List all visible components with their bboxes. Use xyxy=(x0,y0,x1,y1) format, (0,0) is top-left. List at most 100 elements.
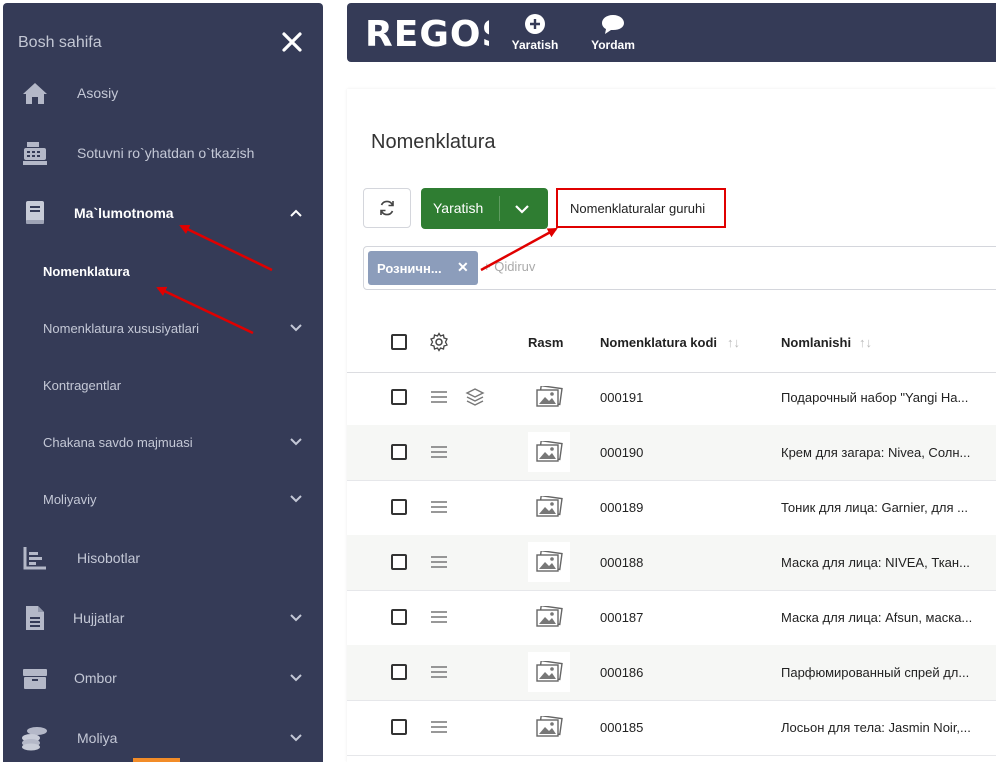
row-name: Маска для лица: Afsun, маска... xyxy=(781,610,973,625)
filter-bar: Розничн... ✕ + Qidiruv xyxy=(363,246,996,290)
sidebar-item-label: Kontragentlar xyxy=(43,377,122,393)
row-checkbox[interactable] xyxy=(391,554,407,570)
create-button[interactable]: Yaratish xyxy=(421,188,548,229)
row-code: 000189 xyxy=(600,500,644,515)
sidebar-item-nomenklatura[interactable]: Nomenklatura xyxy=(3,251,323,291)
logo-text: REGOS xyxy=(365,15,489,51)
row-name: Парфюмированный спрей дл... xyxy=(781,665,970,680)
drag-handle-icon[interactable] xyxy=(430,445,448,459)
row-name: Крем для загара: Nivea, Солн... xyxy=(781,445,971,460)
sidebar-item-label: Moliya xyxy=(77,730,118,746)
sidebar-item-label: Moliyaviy xyxy=(43,491,97,507)
table-header: Rasm Nomenklatura kodi ↑↓ Nomlanishi ↑↓ xyxy=(347,312,996,373)
image-placeholder-icon[interactable] xyxy=(528,542,570,582)
table-row[interactable]: 000187 Маска для лица: Afsun, маска... xyxy=(347,590,996,646)
sidebar-item-label: Ombor xyxy=(74,670,117,686)
row-checkbox[interactable] xyxy=(391,389,407,405)
column-header-name[interactable]: Nomlanishi xyxy=(781,335,851,350)
row-code: 000187 xyxy=(600,610,644,625)
chevron-down-icon xyxy=(288,730,304,746)
coins-icon xyxy=(21,724,49,752)
sidebar-item-label: Asosiy xyxy=(77,85,119,101)
filter-chip[interactable]: Розничн... ✕ xyxy=(368,251,478,285)
topbar-create-label: Yaratish xyxy=(511,38,559,52)
drag-handle-icon[interactable] xyxy=(430,390,448,404)
chevron-down-icon xyxy=(288,610,304,626)
column-header-image: Rasm xyxy=(528,335,564,350)
nomenclature-group-button[interactable]: Nomenklaturalar guruhi xyxy=(556,188,726,228)
chart-icon xyxy=(21,544,49,572)
row-code: 000190 xyxy=(600,445,644,460)
sidebar-item-hisobotlar[interactable]: Hisobotlar xyxy=(3,538,323,578)
sidebar-item-label: Ma`lumotnoma xyxy=(74,205,174,221)
sidebar-item-asosiy[interactable]: Asosiy xyxy=(3,73,323,113)
image-placeholder-icon[interactable] xyxy=(528,707,570,747)
gear-icon[interactable] xyxy=(429,332,449,352)
table-row[interactable]: 000191 Подарочный набор "Yangi На... xyxy=(347,370,996,426)
image-placeholder-icon[interactable] xyxy=(528,597,570,637)
sidebar-item-moliya[interactable]: Moliya xyxy=(3,718,323,758)
search-input[interactable]: + Qidiruv xyxy=(483,259,535,274)
sidebar-item-label: Nomenklatura xyxy=(43,263,130,279)
topbar-help-label: Yordam xyxy=(591,38,635,52)
sidebar-item-nomenklatura-xususiyatlari[interactable]: Nomenklatura xususiyatlari xyxy=(3,308,323,348)
close-icon[interactable] xyxy=(279,29,305,55)
row-name: Тоник для лица: Garnier, для ... xyxy=(781,500,968,515)
content-panel: Nomenklatura Yaratish Nomenklaturalar gu… xyxy=(347,89,996,762)
sidebar: Bosh sahifa Asosiy Sotuvni ro`yhatdan o`… xyxy=(3,3,323,762)
table-row[interactable]: 000188 Маска для лица: NIVEA, Ткан... xyxy=(347,535,996,591)
chevron-down-icon xyxy=(288,434,304,450)
table-row[interactable]: 000190 Крем для загара: Nivea, Солн... xyxy=(347,425,996,481)
sidebar-item-ombor[interactable]: Ombor xyxy=(3,658,323,698)
image-placeholder-icon[interactable] xyxy=(528,487,570,527)
sidebar-item-kontragentlar[interactable]: Kontragentlar xyxy=(3,365,323,405)
image-placeholder-icon[interactable] xyxy=(528,432,570,472)
sort-icon[interactable]: ↑↓ xyxy=(727,335,740,350)
refresh-button[interactable] xyxy=(363,188,411,228)
chat-bubble-icon xyxy=(602,15,624,34)
chevron-down-icon xyxy=(288,670,304,686)
document-icon xyxy=(21,604,49,632)
chevron-up-icon xyxy=(288,205,304,221)
row-checkbox[interactable] xyxy=(391,444,407,460)
row-checkbox[interactable] xyxy=(391,609,407,625)
box-icon xyxy=(21,664,49,692)
row-name: Маска для лица: NIVEA, Ткан... xyxy=(781,555,970,570)
topbar-create-button[interactable]: Yaratish xyxy=(505,11,565,57)
page-title: Nomenklatura xyxy=(371,131,496,153)
chevron-down-icon[interactable] xyxy=(513,200,531,218)
regos-logo: REGOS xyxy=(365,14,507,55)
row-checkbox[interactable] xyxy=(391,664,407,680)
drag-handle-icon[interactable] xyxy=(430,720,448,734)
sidebar-item-label: Chakana savdo majmuasi xyxy=(43,434,193,450)
image-placeholder-icon[interactable] xyxy=(528,377,570,417)
row-name: Подарочный набор "Yangi На... xyxy=(781,390,969,405)
table-row[interactable]: 000186 Парфюмированный спрей дл... xyxy=(347,645,996,701)
sidebar-item-malumotnoma[interactable]: Ma`lumotnoma xyxy=(3,193,323,233)
sidebar-item-hujjatlar[interactable]: Hujjatlar xyxy=(3,598,323,638)
row-checkbox[interactable] xyxy=(391,719,407,735)
layers-icon[interactable] xyxy=(465,387,485,407)
sidebar-item-moliyaviy[interactable]: Moliyaviy xyxy=(3,479,323,519)
select-all-checkbox[interactable] xyxy=(391,334,407,350)
topbar-help-button[interactable]: Yordam xyxy=(583,11,643,57)
drag-handle-icon[interactable] xyxy=(430,555,448,569)
sidebar-item-chakana[interactable]: Chakana savdo majmuasi xyxy=(3,422,323,462)
orange-tab xyxy=(133,758,180,762)
close-icon[interactable]: ✕ xyxy=(457,259,469,276)
column-header-code[interactable]: Nomenklatura kodi xyxy=(600,335,717,350)
sort-icon[interactable]: ↑↓ xyxy=(859,335,872,350)
table-row[interactable]: 000189 Тоник для лица: Garnier, для ... xyxy=(347,480,996,536)
sidebar-item-sales[interactable]: Sotuvni ro`yhatdan o`tkazish xyxy=(3,133,323,173)
home-icon xyxy=(21,79,49,107)
table-row[interactable]: 000185 Лосьон для тела: Jasmin Noir,... xyxy=(347,700,996,756)
row-checkbox[interactable] xyxy=(391,499,407,515)
book-icon xyxy=(21,199,49,227)
topbar: REGOS Yaratish Yordam xyxy=(347,3,996,62)
row-code: 000185 xyxy=(600,720,644,735)
drag-handle-icon[interactable] xyxy=(430,665,448,679)
drag-handle-icon[interactable] xyxy=(430,610,448,624)
image-placeholder-icon[interactable] xyxy=(528,652,570,692)
drag-handle-icon[interactable] xyxy=(430,500,448,514)
sidebar-item-label: Hujjatlar xyxy=(73,610,125,626)
